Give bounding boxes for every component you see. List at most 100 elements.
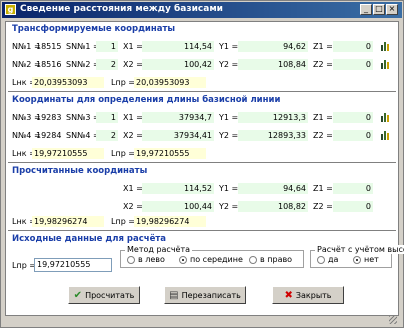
method-group-title: Метод расчёта (125, 245, 193, 254)
z2c-field[interactable]: 0 (333, 201, 373, 212)
lnp3-label: Lпр = (111, 217, 136, 226)
lnp-input[interactable]: 19,97210555 (34, 258, 112, 272)
y3-label: Y1 = (219, 113, 239, 122)
radio-left-label: в лево (138, 255, 165, 264)
calculate-button[interactable]: ✔ Просчитать (68, 286, 140, 304)
z1-field[interactable]: 0 (333, 41, 373, 52)
z2-label: Z2 = (313, 60, 333, 69)
x4-label: X2 = (123, 131, 143, 140)
section-baseline-title: Координаты для определения длины базисно… (12, 95, 281, 105)
divider (8, 162, 396, 164)
app-icon: g (5, 4, 16, 15)
y2-label: Y2 = (219, 60, 239, 69)
n1-value: 18515 (36, 42, 62, 51)
lhk2-field: 19,97210555 (32, 148, 104, 159)
checkmark-icon: ✔ (73, 289, 83, 301)
section-calculated-title: Просчитанные координаты (12, 166, 148, 176)
z2-field[interactable]: 0 (333, 59, 373, 70)
radio-right-dot (249, 255, 257, 264)
sn2-label: SN№2 = (66, 60, 100, 69)
z2c-label: Z2 = (313, 202, 333, 211)
n2-value: 18516 (36, 60, 62, 69)
n3-value: 19283 (36, 113, 62, 122)
title-bar[interactable]: g Сведение расстояния между базисами _ □… (2, 2, 402, 18)
x1-field[interactable]: 114,54 (142, 41, 214, 52)
radio-yes-label: да (328, 255, 339, 264)
lnp1-field: 20,03953093 (134, 77, 206, 88)
height-group-title: Расчёт с учётом высот (315, 245, 404, 254)
sn2-field[interactable]: 2 (96, 59, 118, 70)
x2-field[interactable]: 100,42 (142, 59, 214, 70)
x1-label: X1 = (123, 42, 143, 51)
close-button[interactable]: ✖ Закрыть (272, 286, 344, 304)
close-button-label: Закрыть (295, 290, 332, 300)
x2c-field[interactable]: 100,44 (142, 201, 214, 212)
y2-field[interactable]: 108,84 (238, 59, 308, 70)
radio-middle[interactable]: по середине (179, 255, 243, 264)
z4-field[interactable]: 0 (333, 130, 373, 141)
chart-icon[interactable] (380, 112, 390, 122)
divider (8, 230, 396, 232)
radio-middle-dot (179, 255, 187, 264)
lhk3-field: 19,98296274 (32, 216, 104, 227)
resize-grip-icon[interactable] (389, 316, 397, 324)
y4-field[interactable]: 12893,33 (238, 130, 308, 141)
z1-label: Z1 = (313, 42, 333, 51)
close-window-button[interactable]: × (386, 4, 398, 15)
radio-left[interactable]: в лево (127, 255, 165, 264)
y1-field[interactable]: 94,62 (238, 41, 308, 52)
chart-icon[interactable] (380, 130, 390, 140)
radio-no-dot (353, 255, 361, 264)
sn3-label: SN№3 = (66, 113, 100, 122)
sn1-label: SN№1 = (66, 42, 100, 51)
lnp-input-label: Lпр = (12, 261, 37, 270)
z3-field[interactable]: 0 (333, 112, 373, 123)
y2c-label: Y2 = (219, 202, 239, 211)
close-icon: ✖ (284, 289, 293, 301)
minimize-button[interactable]: _ (360, 4, 372, 15)
divider (8, 91, 396, 93)
y1c-field[interactable]: 94,64 (238, 183, 308, 194)
lnp3-field: 19,98296274 (134, 216, 206, 227)
x2c-label: X2 = (123, 202, 143, 211)
y2c-field[interactable]: 108,82 (238, 201, 308, 212)
sn4-field[interactable]: 2 (96, 130, 118, 141)
rewrite-button[interactable]: ▤ Перезаписать (164, 286, 246, 304)
x1c-field[interactable]: 114,52 (142, 183, 214, 194)
radio-yes[interactable]: да (317, 255, 338, 264)
radio-no-label: нет (364, 255, 379, 264)
x1c-label: X1 = (123, 184, 143, 193)
chart-icon[interactable] (380, 41, 390, 51)
x2-label: X2 = (123, 60, 143, 69)
lnp1-label: Lпр = (111, 78, 136, 87)
z1c-field[interactable]: 0 (333, 183, 373, 194)
radio-no[interactable]: нет (353, 255, 379, 264)
rewrite-button-label: Перезаписать (181, 290, 241, 300)
height-group: Расчёт с учётом высот да нет (310, 245, 404, 268)
radio-right[interactable]: в право (249, 255, 292, 264)
status-bar (5, 315, 399, 325)
client-area: Трансформируемые координаты N№1 = 18515 … (5, 21, 404, 323)
lnp2-field: 19,97210555 (134, 148, 206, 159)
section-transformed-title: Трансформируемые координаты (12, 24, 176, 34)
x3-field[interactable]: 37934,7 (142, 112, 214, 123)
lhk1-field: 20,03953093 (32, 77, 104, 88)
method-group: Метод расчёта в лево по середине в право (120, 245, 304, 268)
sn1-field[interactable]: 1 (96, 41, 118, 52)
calculate-button-label: Просчитать (85, 290, 135, 300)
sn3-field[interactable]: 1 (96, 112, 118, 123)
window-title: Сведение расстояния между базисами (20, 4, 223, 14)
z1c-label: Z1 = (313, 184, 333, 193)
document-icon: ▤ (169, 289, 179, 301)
chart-icon[interactable] (380, 59, 390, 69)
maximize-button[interactable]: □ (373, 4, 385, 15)
z3-label: Z1 = (313, 113, 333, 122)
dialog-window: g Сведение расстояния между базисами _ □… (0, 0, 404, 328)
y3-field[interactable]: 12913,3 (238, 112, 308, 123)
radio-middle-label: по середине (190, 255, 243, 264)
x3-label: X1 = (123, 113, 143, 122)
y1c-label: Y1 = (219, 184, 239, 193)
radio-yes-dot (317, 255, 325, 264)
x4-field[interactable]: 37934,41 (142, 130, 214, 141)
lnp2-label: Lпр = (111, 149, 136, 158)
